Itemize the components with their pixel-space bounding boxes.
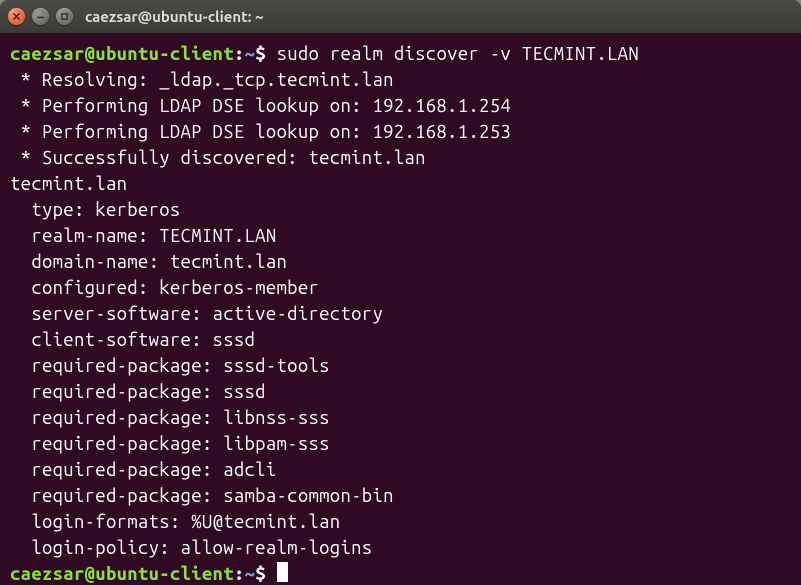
output-line: * Performing LDAP DSE lookup on: 192.168… [10, 93, 791, 119]
prompt-separator: : [234, 44, 245, 64]
output-line: domain-name: tecmint.lan [10, 249, 791, 275]
output-line: * Performing LDAP DSE lookup on: 192.168… [10, 119, 791, 145]
close-icon [12, 12, 21, 21]
terminal-window: caezsar@ubuntu-client: ~ caezsar@ubuntu-… [0, 0, 801, 585]
command-text: sudo realm discover -v TECMINT.LAN [277, 44, 639, 64]
output-line: client-software: sssd [10, 327, 791, 353]
prompt-cwd: ~ [245, 44, 256, 64]
output-line: required-package: libpam-sss [10, 431, 791, 457]
output-line: configured: kerberos-member [10, 275, 791, 301]
minimize-icon [36, 12, 45, 21]
output-line: login-formats: %U@tecmint.lan [10, 509, 791, 535]
output-line: * Successfully discovered: tecmint.lan [10, 145, 791, 171]
output-line: required-package: sssd [10, 379, 791, 405]
window-title: caezsar@ubuntu-client: ~ [85, 8, 263, 25]
prompt-userhost: caezsar@ubuntu-client [10, 44, 234, 64]
maximize-icon [60, 12, 69, 21]
prompt-symbol: $ [255, 44, 266, 64]
cursor [277, 562, 288, 582]
window-controls [8, 8, 73, 25]
prompt-line-2: caezsar@ubuntu-client:~$ [10, 561, 791, 585]
minimize-button[interactable] [32, 8, 49, 25]
output-line: required-package: sssd-tools [10, 353, 791, 379]
terminal-body[interactable]: caezsar@ubuntu-client:~$ sudo realm disc… [0, 33, 801, 585]
output-line: required-package: libnss-sss [10, 405, 791, 431]
output-line: * Resolving: _ldap._tcp.tecmint.lan [10, 67, 791, 93]
output-line: required-package: samba-common-bin [10, 483, 791, 509]
prompt-separator: : [234, 564, 245, 584]
output-line: tecmint.lan [10, 171, 791, 197]
close-button[interactable] [8, 8, 25, 25]
prompt-line-1: caezsar@ubuntu-client:~$ sudo realm disc… [10, 41, 791, 67]
prompt-userhost: caezsar@ubuntu-client [10, 564, 234, 584]
prompt-cwd: ~ [245, 564, 256, 584]
output-line: server-software: active-directory [10, 301, 791, 327]
output-line: type: kerberos [10, 197, 791, 223]
output-block: * Resolving: _ldap._tcp.tecmint.lan * Pe… [10, 67, 791, 561]
output-line: login-policy: allow-realm-logins [10, 535, 791, 561]
titlebar: caezsar@ubuntu-client: ~ [0, 0, 801, 33]
output-line: realm-name: TECMINT.LAN [10, 223, 791, 249]
prompt-symbol: $ [255, 564, 266, 584]
output-line: required-package: adcli [10, 457, 791, 483]
maximize-button[interactable] [56, 8, 73, 25]
